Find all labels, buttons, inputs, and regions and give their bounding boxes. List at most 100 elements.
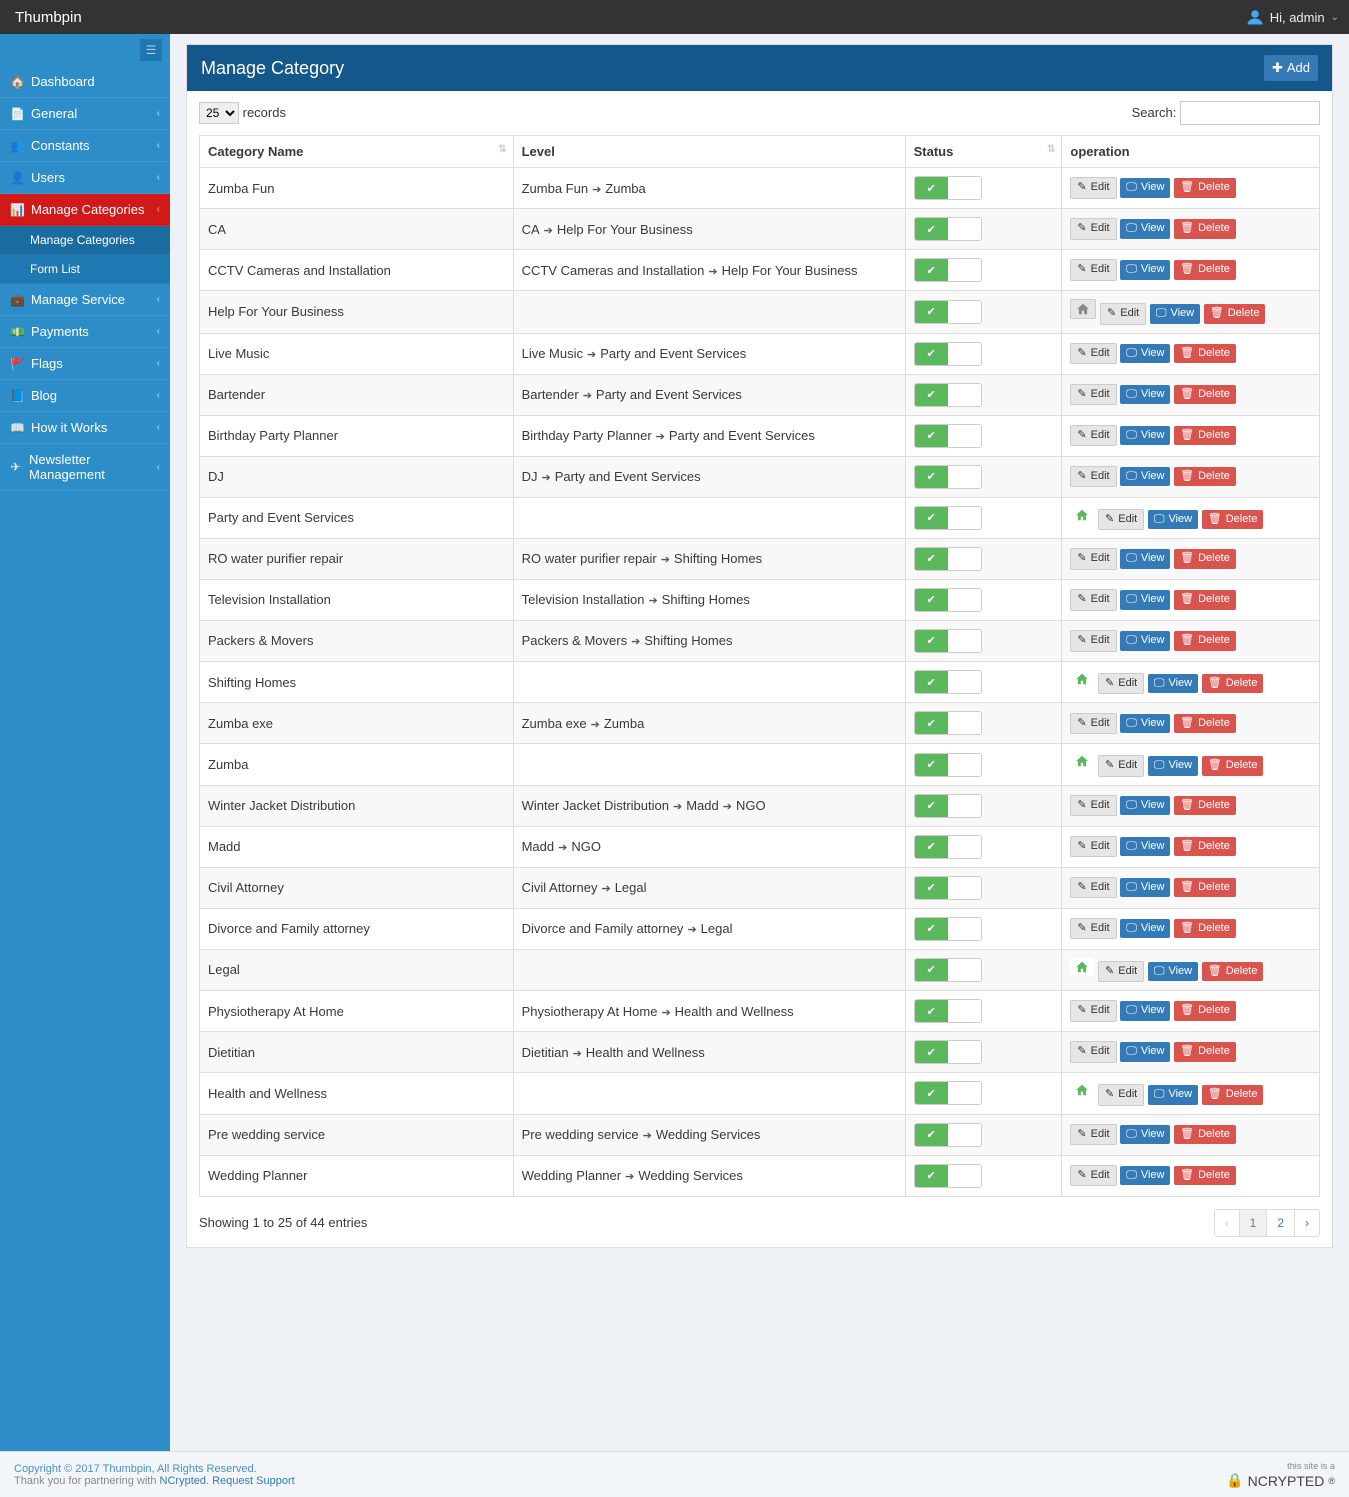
view-button[interactable]: 🖵 View — [1120, 1125, 1170, 1144]
sidebar-item-newsletter-management[interactable]: ✈Newsletter Management‹ — [0, 444, 170, 491]
status-toggle[interactable]: ✔ — [914, 1123, 982, 1147]
delete-button[interactable]: 🗑 Delete — [1174, 549, 1236, 568]
view-button[interactable]: 🖵 View — [1120, 878, 1170, 897]
status-toggle[interactable]: ✔ — [914, 753, 982, 777]
edit-button[interactable]: ✎ Edit — [1070, 589, 1116, 610]
status-toggle[interactable]: ✔ — [914, 424, 982, 448]
edit-button[interactable]: ✎ Edit — [1070, 548, 1116, 569]
sidebar-item-users[interactable]: 👤Users‹ — [0, 162, 170, 194]
delete-button[interactable]: 🗑 Delete — [1174, 426, 1236, 445]
search-input[interactable] — [1180, 101, 1320, 125]
status-toggle[interactable]: ✔ — [914, 1040, 982, 1064]
sidebar-item-dashboard[interactable]: 🏠Dashboard — [0, 66, 170, 98]
sidebar-subitem-form-list[interactable]: Form List — [0, 255, 170, 284]
status-toggle[interactable]: ✔ — [914, 876, 982, 900]
edit-button[interactable]: ✎ Edit — [1070, 466, 1116, 487]
edit-button[interactable]: ✎ Edit — [1070, 1041, 1116, 1062]
edit-button[interactable]: ✎ Edit — [1098, 755, 1144, 776]
delete-button[interactable]: 🗑 Delete — [1174, 714, 1236, 733]
view-button[interactable]: 🖵 View — [1120, 219, 1170, 238]
view-button[interactable]: 🖵 View — [1120, 837, 1170, 856]
status-toggle[interactable]: ✔ — [914, 1164, 982, 1188]
view-button[interactable]: 🖵 View — [1120, 549, 1170, 568]
edit-button[interactable]: ✎ Edit — [1100, 303, 1146, 324]
page-next[interactable]: › — [1295, 1210, 1319, 1236]
edit-button[interactable]: ✎ Edit — [1070, 918, 1116, 939]
sidebar-item-blog[interactable]: 📘Blog‹ — [0, 380, 170, 412]
delete-button[interactable]: 🗑 Delete — [1174, 467, 1236, 486]
edit-button[interactable]: ✎ Edit — [1070, 177, 1116, 198]
status-toggle[interactable]: ✔ — [914, 465, 982, 489]
sidebar-toggle-button[interactable]: ☰ — [140, 39, 162, 61]
edit-button[interactable]: ✎ Edit — [1070, 713, 1116, 734]
view-button[interactable]: 🖵 View — [1120, 714, 1170, 733]
status-toggle[interactable]: ✔ — [914, 547, 982, 571]
view-button[interactable]: 🖵 View — [1148, 962, 1198, 981]
edit-button[interactable]: ✎ Edit — [1098, 1084, 1144, 1105]
sidebar-item-manage-categories[interactable]: 📊Manage Categories‹ — [0, 194, 170, 226]
user-menu[interactable]: Hi, admin ⌄ — [1246, 8, 1339, 26]
view-button[interactable]: 🖵 View — [1120, 590, 1170, 609]
sidebar-item-how-it-works[interactable]: 📖How it Works‹ — [0, 412, 170, 444]
edit-button[interactable]: ✎ Edit — [1070, 343, 1116, 364]
status-toggle[interactable]: ✔ — [914, 300, 982, 324]
view-button[interactable]: 🖵 View — [1120, 344, 1170, 363]
col-level[interactable]: Level — [513, 136, 905, 168]
status-toggle[interactable]: ✔ — [914, 670, 982, 694]
view-button[interactable]: 🖵 View — [1120, 796, 1170, 815]
status-toggle[interactable]: ✔ — [914, 629, 982, 653]
page-2[interactable]: 2 — [1267, 1210, 1295, 1236]
home-button[interactable] — [1070, 958, 1094, 976]
view-button[interactable]: 🖵 View — [1150, 304, 1200, 323]
delete-button[interactable]: 🗑 Delete — [1174, 178, 1236, 197]
sidebar-item-flags[interactable]: 🚩Flags‹ — [0, 348, 170, 380]
delete-button[interactable]: 🗑 Delete — [1174, 1166, 1236, 1185]
edit-button[interactable]: ✎ Edit — [1070, 795, 1116, 816]
status-toggle[interactable]: ✔ — [914, 342, 982, 366]
status-toggle[interactable]: ✔ — [914, 999, 982, 1023]
delete-button[interactable]: 🗑 Delete — [1202, 510, 1264, 529]
status-toggle[interactable]: ✔ — [914, 794, 982, 818]
home-button[interactable] — [1070, 506, 1094, 524]
col-category-name[interactable]: Category Name — [200, 136, 514, 168]
footer-ncrypted-link[interactable]: NCrypted — [160, 1475, 206, 1487]
view-button[interactable]: 🖵 View — [1148, 510, 1198, 529]
delete-button[interactable]: 🗑 Delete — [1202, 1085, 1264, 1104]
edit-button[interactable]: ✎ Edit — [1070, 425, 1116, 446]
home-button[interactable] — [1070, 752, 1094, 770]
sidebar-item-general[interactable]: 📄General‹ — [0, 98, 170, 130]
delete-button[interactable]: 🗑 Delete — [1202, 962, 1264, 981]
edit-button[interactable]: ✎ Edit — [1070, 259, 1116, 280]
edit-button[interactable]: ✎ Edit — [1070, 1165, 1116, 1186]
view-button[interactable]: 🖵 View — [1120, 631, 1170, 650]
status-toggle[interactable]: ✔ — [914, 217, 982, 241]
view-button[interactable]: 🖵 View — [1148, 674, 1198, 693]
footer-support-link[interactable]: Request Support — [212, 1475, 295, 1487]
delete-button[interactable]: 🗑 Delete — [1174, 796, 1236, 815]
view-button[interactable]: 🖵 View — [1120, 1042, 1170, 1061]
edit-button[interactable]: ✎ Edit — [1070, 877, 1116, 898]
page-prev[interactable]: ‹ — [1215, 1210, 1240, 1236]
delete-button[interactable]: 🗑 Delete — [1174, 344, 1236, 363]
view-button[interactable]: 🖵 View — [1120, 426, 1170, 445]
add-button[interactable]: ✚ Add — [1264, 55, 1318, 81]
delete-button[interactable]: 🗑 Delete — [1174, 219, 1236, 238]
status-toggle[interactable]: ✔ — [914, 958, 982, 982]
delete-button[interactable]: 🗑 Delete — [1174, 837, 1236, 856]
status-toggle[interactable]: ✔ — [914, 588, 982, 612]
status-toggle[interactable]: ✔ — [914, 383, 982, 407]
edit-button[interactable]: ✎ Edit — [1098, 509, 1144, 530]
status-toggle[interactable]: ✔ — [914, 506, 982, 530]
view-button[interactable]: 🖵 View — [1120, 1001, 1170, 1020]
delete-button[interactable]: 🗑 Delete — [1174, 919, 1236, 938]
status-toggle[interactable]: ✔ — [914, 835, 982, 859]
edit-button[interactable]: ✎ Edit — [1070, 218, 1116, 239]
page-1[interactable]: 1 — [1240, 1210, 1268, 1236]
status-toggle[interactable]: ✔ — [914, 258, 982, 282]
delete-button[interactable]: 🗑 Delete — [1174, 590, 1236, 609]
delete-button[interactable]: 🗑 Delete — [1202, 674, 1264, 693]
sidebar-item-manage-service[interactable]: 💼Manage Service‹ — [0, 284, 170, 316]
col-status[interactable]: Status — [905, 136, 1062, 168]
sidebar-item-constants[interactable]: 👥Constants‹ — [0, 130, 170, 162]
view-button[interactable]: 🖵 View — [1148, 1085, 1198, 1104]
